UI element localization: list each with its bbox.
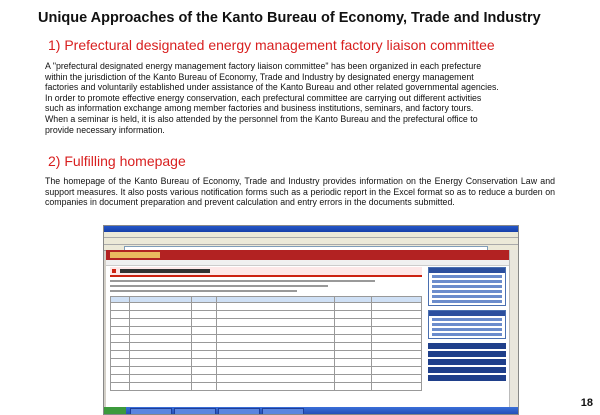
page-number: 18 [580,397,593,409]
site-section-header [110,267,422,277]
section2-body: The homepage of the Kanto Bureau of Econ… [45,176,555,208]
section1-line: such as information exchange among membe… [45,103,474,114]
section1-line: within the jurisdiction of the Kanto Bur… [45,71,474,82]
site-breadcrumb [106,260,510,266]
homepage-screenshot [103,225,519,415]
section2-text: The homepage of the Kanto Bureau of Econ… [45,176,555,208]
site-forms-table [110,296,422,391]
site-sidebar [428,267,506,407]
browser-toolbar [104,238,518,245]
site-sidebar-box [428,310,506,339]
site-logo [110,252,160,258]
start-button [104,407,126,414]
windows-taskbar [104,407,518,414]
site-sidebar-box [428,267,506,306]
site-main-column [110,267,422,407]
section1-line: provide necessary information. [45,124,165,135]
section1-heading: 1) Prefectural designated energy managem… [48,37,495,53]
browser-page-content [106,250,510,407]
site-banner [106,250,510,260]
section1-line: factories and voluntarily established un… [45,82,499,93]
section2-heading: 2) Fulfilling homepage [48,153,186,169]
page-title: Unique Approaches of the Kanto Bureau of… [38,10,541,26]
section1-line: In order to promote effective energy con… [45,92,482,103]
browser-scrollbar [509,250,518,407]
section1-body: A "prefectural designated energy managem… [45,61,499,135]
section1-line: When a seminar is held, it is also atten… [45,113,478,124]
section1-line: A "prefectural designated energy managem… [45,61,482,71]
